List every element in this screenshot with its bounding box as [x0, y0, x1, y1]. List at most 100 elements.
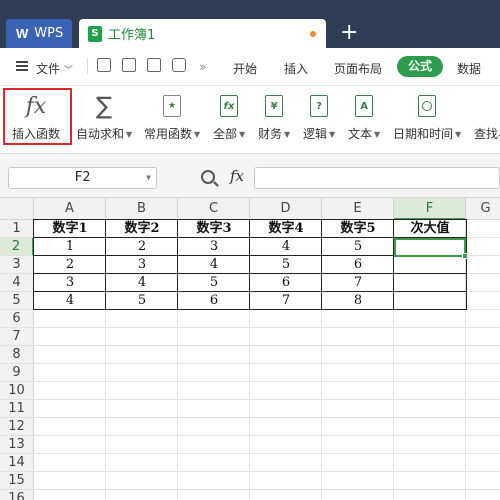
row-header-15[interactable]: 15 [0, 472, 34, 490]
file-menu-label: 文件 [36, 62, 61, 76]
autosum-button[interactable]: ∑ 自动求和 ▼ [76, 92, 132, 148]
gridline [34, 489, 500, 490]
wps-home-tab[interactable]: W WPS [6, 19, 72, 48]
column-title-cell[interactable]: 数字5 [322, 220, 394, 238]
row-header-14[interactable]: 14 [0, 454, 34, 472]
table-border [249, 219, 250, 310]
table-cell[interactable]: 5 [250, 256, 322, 274]
gridline [34, 345, 500, 346]
column-header-f[interactable]: F [394, 198, 466, 220]
column-header-b[interactable]: B [106, 198, 178, 220]
table-cell[interactable]: 7 [322, 274, 394, 292]
spreadsheet-icon: S [88, 25, 102, 42]
fx-icon[interactable]: fx [230, 167, 244, 185]
all-functions-button[interactable]: fx 全部 ▼ [213, 92, 245, 148]
zoom-search-icon[interactable] [201, 170, 215, 184]
more-tools-icon[interactable]: » [199, 60, 206, 74]
name-box-dropdown-icon[interactable]: ▼ [146, 168, 151, 188]
table-cell[interactable]: 6 [322, 256, 394, 274]
yen-book-icon: ¥ [265, 92, 284, 120]
save-icon[interactable] [122, 58, 136, 72]
caret-down-icon: ▼ [329, 130, 336, 139]
table-cell[interactable]: 3 [178, 238, 250, 256]
row-header-10[interactable]: 10 [0, 382, 34, 400]
print-icon[interactable] [172, 58, 186, 72]
row-header-11[interactable]: 11 [0, 400, 34, 418]
sum-icon: ∑ [96, 92, 113, 120]
menu-bar: 文件 ﹀ » 开始 插入 页面布局 公式 数据 [0, 48, 500, 86]
row-header-8[interactable]: 8 [0, 346, 34, 364]
row-header-4[interactable]: 4 [0, 274, 34, 292]
menu-icon[interactable] [16, 61, 28, 71]
file-menu[interactable]: 文件 ﹀ [36, 60, 73, 77]
row-header-16[interactable]: 16 [0, 490, 34, 500]
table-cell[interactable]: 6 [250, 274, 322, 292]
table-cell[interactable]: 4 [250, 238, 322, 256]
table-cell[interactable]: 8 [322, 292, 394, 310]
finance-button[interactable]: ¥ 财务 ▼ [258, 92, 290, 148]
tab-page-layout[interactable]: 页面布局 [334, 60, 382, 77]
wps-spreadsheet-window: W WPS S 工作簿1 + 文件 ﹀ » 开始 插入 页面布局 公式 数据 f… [0, 0, 500, 500]
workbook-tab[interactable]: S 工作簿1 [79, 19, 326, 48]
table-cell[interactable]: 3 [106, 256, 178, 274]
row-header-2[interactable]: 2 [0, 238, 34, 256]
tab-data[interactable]: 数据 [457, 60, 481, 77]
column-title-cell[interactable]: 数字1 [34, 220, 106, 238]
all-functions-label: 全部 [213, 127, 238, 141]
text-functions-button[interactable]: A 文本 ▼ [348, 92, 380, 148]
export-pdf-icon[interactable] [147, 58, 161, 72]
wps-tab-label: WPS [34, 26, 64, 41]
table-cell[interactable] [394, 256, 466, 274]
caret-down-icon: ▼ [284, 130, 291, 139]
gridline [34, 399, 500, 400]
column-title-cell[interactable]: 次大值 [394, 220, 466, 238]
column-header-a[interactable]: A [34, 198, 106, 220]
column-title-cell[interactable]: 数字2 [106, 220, 178, 238]
table-cell[interactable]: 7 [250, 292, 322, 310]
new-tab-button[interactable]: + [340, 22, 358, 44]
open-folder-icon[interactable] [97, 58, 111, 72]
column-header-d[interactable]: D [250, 198, 322, 220]
column-header-g[interactable]: G [466, 198, 500, 220]
column-title-cell[interactable]: 数字3 [178, 220, 250, 238]
row-header-6[interactable]: 6 [0, 310, 34, 328]
column-header-c[interactable]: C [178, 198, 250, 220]
table-cell[interactable]: 6 [178, 292, 250, 310]
row-header-5[interactable]: 5 [0, 292, 34, 310]
lookup-button[interactable]: 查找与 [474, 92, 500, 148]
column-header-e[interactable]: E [322, 198, 394, 220]
table-cell[interactable]: 1 [34, 238, 106, 256]
name-box[interactable]: F2 ▼ [8, 167, 157, 189]
table-cell[interactable]: 5 [322, 238, 394, 256]
table-cell[interactable]: 4 [34, 292, 106, 310]
tab-start[interactable]: 开始 [233, 60, 257, 77]
tab-insert[interactable]: 插入 [284, 60, 308, 77]
caret-down-icon: ▼ [374, 130, 381, 139]
table-cell[interactable]: 4 [178, 256, 250, 274]
table-cell[interactable] [394, 292, 466, 310]
table-cell[interactable] [394, 274, 466, 292]
row-header-3[interactable]: 3 [0, 256, 34, 274]
row-header-1[interactable]: 1 [0, 220, 34, 238]
row-header-9[interactable]: 9 [0, 364, 34, 382]
gridline [34, 417, 500, 418]
table-cell[interactable]: 4 [106, 274, 178, 292]
table-cell[interactable]: 3 [34, 274, 106, 292]
active-cell-f2[interactable] [394, 238, 466, 257]
logic-button[interactable]: ? 逻辑 ▼ [303, 92, 335, 148]
table-cell[interactable]: 2 [34, 256, 106, 274]
datetime-button[interactable]: 日期和时间 ▼ [393, 92, 461, 148]
table-cell[interactable]: 2 [106, 238, 178, 256]
fill-handle[interactable] [462, 253, 468, 259]
tab-formula[interactable]: 公式 [397, 56, 443, 77]
table-cell[interactable]: 5 [178, 274, 250, 292]
datetime-label: 日期和时间 [393, 127, 454, 141]
formula-input[interactable] [254, 167, 500, 189]
select-all-corner[interactable] [0, 198, 34, 220]
row-header-12[interactable]: 12 [0, 418, 34, 436]
row-header-7[interactable]: 7 [0, 328, 34, 346]
table-cell[interactable]: 5 [106, 292, 178, 310]
common-functions-button[interactable]: ★ 常用函数 ▼ [144, 92, 200, 148]
row-header-13[interactable]: 13 [0, 436, 34, 454]
column-title-cell[interactable]: 数字4 [250, 220, 322, 238]
